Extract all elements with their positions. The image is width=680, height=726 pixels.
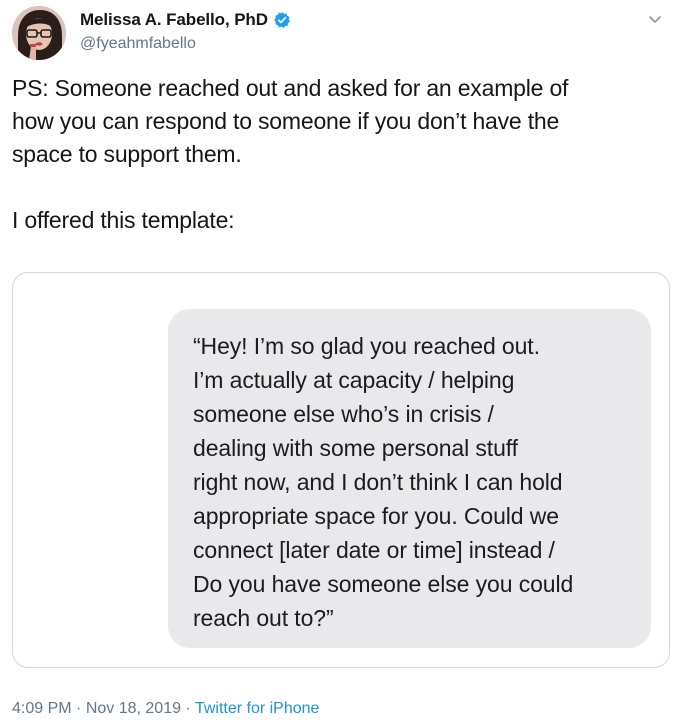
tweet-paragraph: I offered this template: — [12, 207, 235, 233]
author-name-row[interactable]: Melissa A. Fabello, PhD — [80, 10, 291, 30]
footer-separator: · — [71, 700, 86, 717]
media-attachment[interactable]: “Hey! I’m so glad you reached out. I’m a… — [12, 272, 670, 668]
tweet-footer: 4:09 PM · Nov 18, 2019 · Twitter for iPh… — [12, 700, 319, 718]
footer-separator: · — [181, 700, 195, 717]
tweet-text: PS: Someone reached out and asked for an… — [12, 72, 664, 237]
tweet-paragraph: PS: Someone reached out and asked for an… — [12, 75, 569, 167]
tweet-source-link[interactable]: Twitter for iPhone — [195, 700, 320, 717]
avatar[interactable] — [12, 6, 66, 60]
verified-badge-icon — [273, 11, 291, 29]
avatar-photo — [12, 6, 66, 60]
tweet-date[interactable]: Nov 18, 2019 — [86, 700, 181, 717]
author-handle[interactable]: @fyeahmfabello — [80, 35, 196, 53]
chevron-down-icon[interactable] — [646, 10, 664, 28]
message-text: “Hey! I’m so glad you reached out. I’m a… — [193, 333, 574, 631]
author-display-name[interactable]: Melissa A. Fabello, PhD — [80, 10, 268, 30]
tweet-header: Melissa A. Fabello, PhD @fyeahmfabello — [12, 4, 668, 64]
message-bubble: “Hey! I’m so glad you reached out. I’m a… — [168, 309, 651, 648]
tweet-time[interactable]: 4:09 PM — [12, 700, 72, 717]
